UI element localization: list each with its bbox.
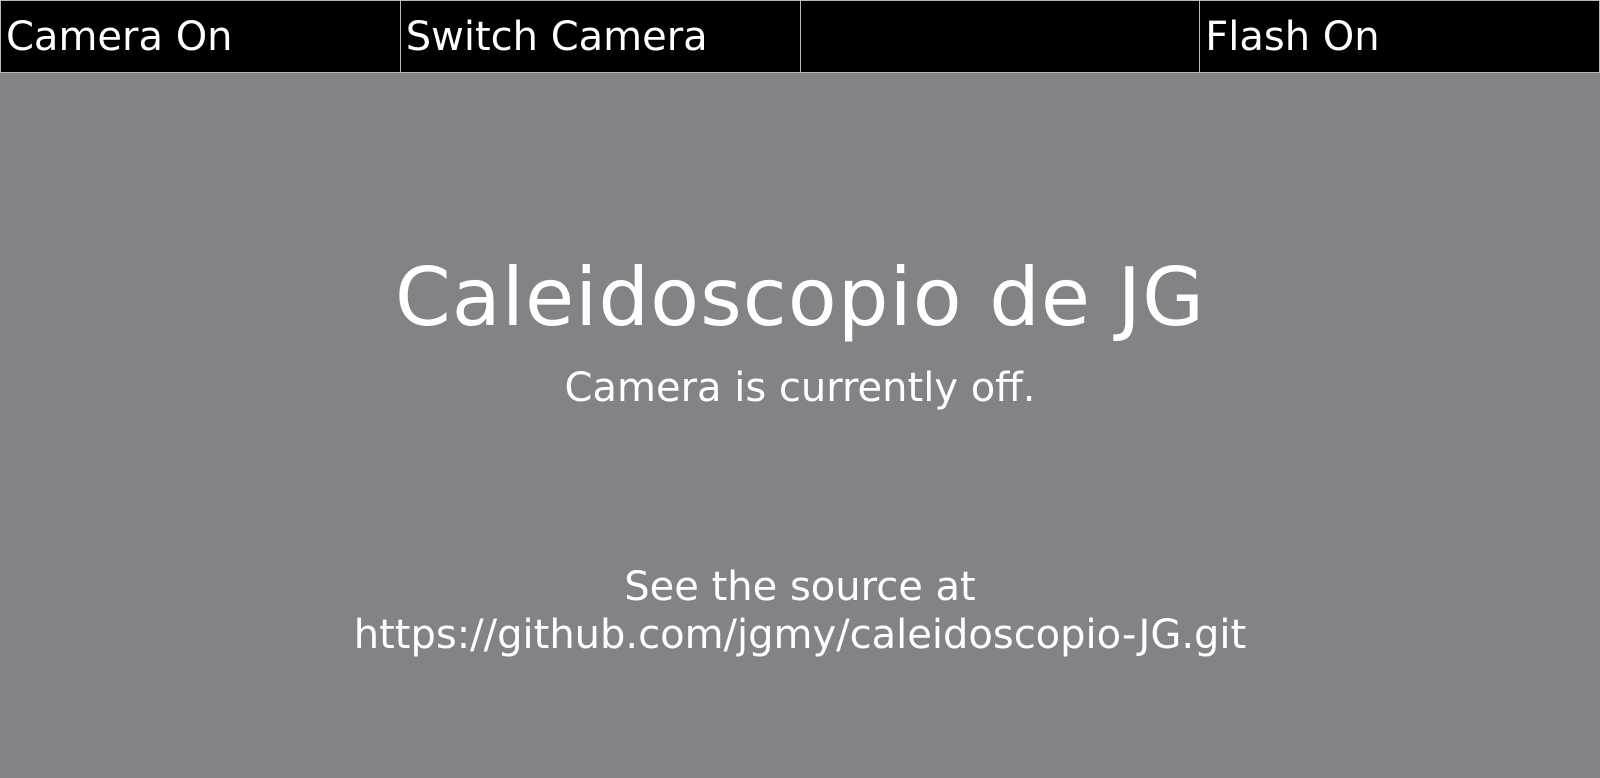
source-note: See the source at https://github.com/jgm…: [0, 563, 1600, 659]
app-title: Caleidoscopio de JG: [394, 251, 1206, 344]
toolbar: Camera On Switch Camera Flash On: [0, 0, 1600, 73]
camera-on-button[interactable]: Camera On: [0, 0, 400, 73]
empty-toolbar-button[interactable]: [799, 0, 1200, 73]
source-url: https://github.com/jgmy/caleidoscopio-JG…: [353, 612, 1247, 658]
camera-stage: Caleidoscopio de JG Camera is currently …: [0, 73, 1600, 778]
camera-status-text: Camera is currently off.: [564, 365, 1036, 411]
flash-on-button[interactable]: Flash On: [1199, 0, 1600, 73]
source-label: See the source at: [624, 564, 976, 610]
switch-camera-button[interactable]: Switch Camera: [399, 0, 800, 73]
